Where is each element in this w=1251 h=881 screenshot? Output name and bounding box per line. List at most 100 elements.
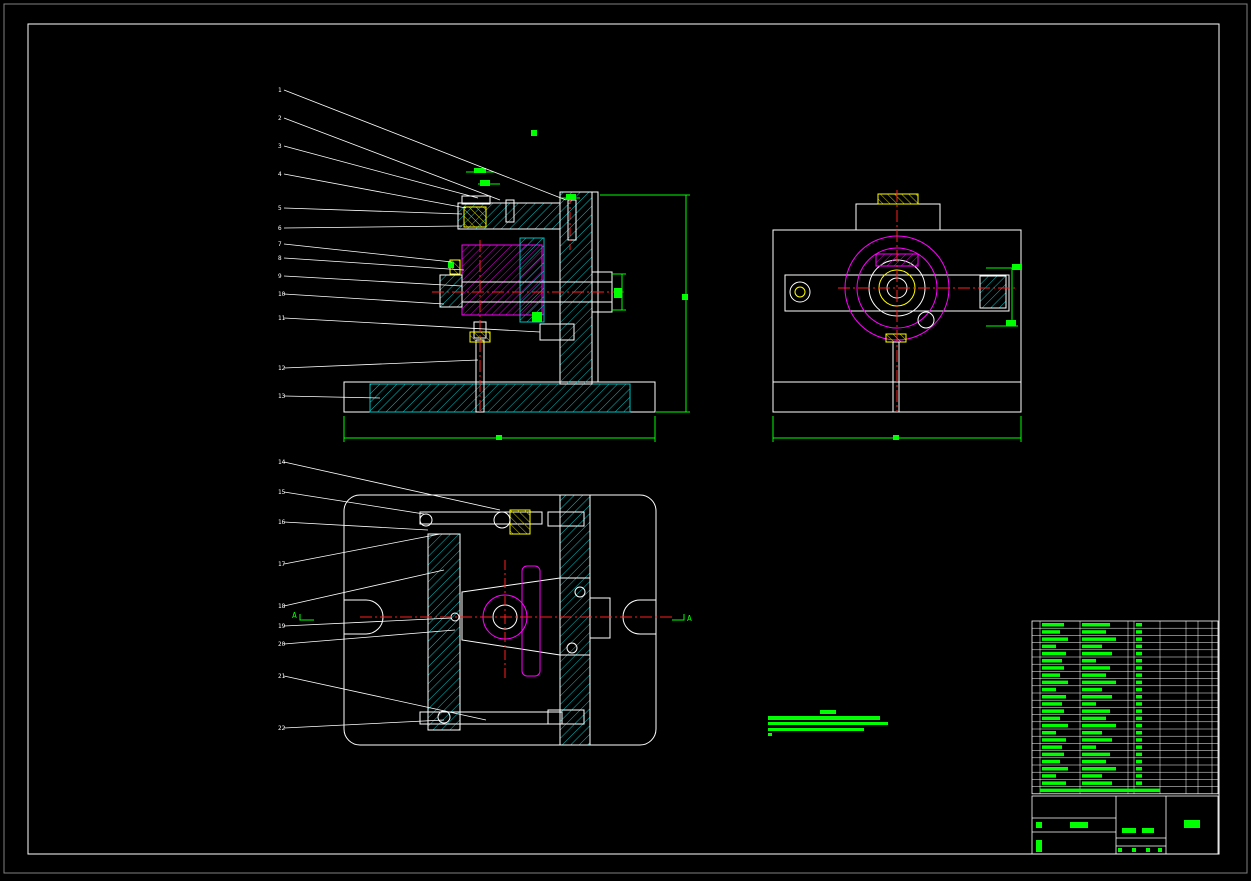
cad-drawing-canvas: 1 2 3 4 5 6 7 8 9 10 11 12 13 A A 14 15 … xyxy=(0,0,1251,877)
section-mark-left: A xyxy=(292,611,297,620)
parts-cell-name xyxy=(1042,745,1062,749)
parts-cell-qty xyxy=(1136,673,1142,677)
callout-15: 15 xyxy=(278,489,286,496)
section-mark-right: A xyxy=(687,614,692,623)
parts-cell-name xyxy=(1042,731,1056,735)
parts-cell-material xyxy=(1082,731,1102,735)
parts-cell-material xyxy=(1082,630,1106,634)
parts-cell-qty xyxy=(1136,759,1142,764)
title-block-marks xyxy=(1036,820,1200,852)
parts-cell-name xyxy=(1042,630,1060,634)
parts-cell-name xyxy=(1042,716,1060,721)
parts-cell-name xyxy=(1042,767,1068,771)
parts-cell-name xyxy=(1042,695,1066,699)
callout-18: 18 xyxy=(278,603,286,610)
callout-5: 5 xyxy=(278,205,282,212)
callout-13: 13 xyxy=(278,393,286,400)
parts-cell-name xyxy=(1042,651,1066,656)
parts-cell-qty xyxy=(1136,630,1142,634)
callout-14: 14 xyxy=(278,459,286,466)
callout-19: 19 xyxy=(278,623,286,630)
parts-cell-qty xyxy=(1136,702,1142,706)
top-callout-labels: 14 15 16 17 18 19 20 21 22 xyxy=(278,459,286,732)
parts-cell-material xyxy=(1082,623,1110,627)
parts-cell-material xyxy=(1082,673,1106,677)
parts-cell-name xyxy=(1042,666,1064,670)
parts-cell-qty xyxy=(1136,666,1142,670)
side-view xyxy=(772,190,1022,442)
callout-20: 20 xyxy=(278,641,286,648)
callout-9: 9 xyxy=(278,273,282,280)
callout-10: 10 xyxy=(278,291,286,298)
callout-6: 6 xyxy=(278,225,282,232)
callout-17: 17 xyxy=(278,561,286,568)
parts-cell-qty xyxy=(1136,687,1142,692)
parts-cell-name xyxy=(1042,723,1068,728)
callout-4: 4 xyxy=(278,171,282,178)
parts-cell-material xyxy=(1082,637,1116,641)
parts-cell-qty xyxy=(1136,781,1142,785)
parts-cell-material xyxy=(1082,767,1116,771)
parts-cell-qty xyxy=(1136,695,1142,699)
parts-cell-qty xyxy=(1136,745,1142,749)
assembly-drawing: 12345678910111213 A A 141516171819202122 xyxy=(3,3,1248,874)
parts-cell-material xyxy=(1082,702,1096,706)
parts-cell-name xyxy=(1042,774,1056,778)
parts-cell-qty xyxy=(1136,659,1142,663)
parts-cell-material xyxy=(1082,723,1116,728)
technical-requirements-block xyxy=(768,710,888,736)
parts-cell-material xyxy=(1082,759,1106,764)
parts-cell-qty xyxy=(1136,767,1142,771)
parts-cell-name xyxy=(1042,673,1060,677)
parts-cell-name xyxy=(1042,709,1064,713)
parts-list-table xyxy=(1031,620,1219,795)
parts-cell-material xyxy=(1082,738,1112,742)
callout-21: 21 xyxy=(278,673,286,680)
parts-cell-name xyxy=(1042,680,1068,685)
parts-cell-material xyxy=(1082,709,1110,713)
parts-cell-name xyxy=(1042,781,1066,785)
parts-cell-qty xyxy=(1136,623,1142,627)
parts-cell-name xyxy=(1042,644,1056,649)
parts-cell-qty xyxy=(1136,738,1142,742)
parts-cell-material xyxy=(1082,781,1112,785)
callout-2: 2 xyxy=(278,115,282,122)
parts-cell-name xyxy=(1042,752,1064,757)
callout-11: 11 xyxy=(278,315,286,322)
parts-cell-material xyxy=(1082,752,1110,757)
front-callout-labels: 12345678910111213 xyxy=(278,87,286,400)
parts-cell-name xyxy=(1042,623,1064,627)
callout-16: 16 xyxy=(278,519,286,526)
parts-cell-qty xyxy=(1136,752,1142,757)
parts-cell-qty xyxy=(1136,774,1142,778)
top-leaders xyxy=(283,461,501,729)
parts-cell-name xyxy=(1042,702,1062,706)
parts-cell-qty xyxy=(1136,731,1142,735)
parts-cell-material xyxy=(1082,680,1116,685)
parts-cell-material xyxy=(1082,666,1110,670)
callout-7: 7 xyxy=(278,241,282,248)
parts-cell-qty xyxy=(1136,709,1142,713)
callout-12: 12 xyxy=(278,365,286,372)
parts-cell-qty xyxy=(1136,637,1142,641)
parts-cell-material xyxy=(1082,644,1102,649)
parts-cell-material xyxy=(1082,695,1112,699)
parts-cell-qty xyxy=(1136,716,1142,721)
parts-cell-material xyxy=(1082,659,1096,663)
top-view xyxy=(299,494,685,746)
parts-cell-material xyxy=(1082,716,1106,721)
parts-cell-material xyxy=(1082,651,1112,656)
parts-cell-name xyxy=(1042,738,1066,742)
front-section-view xyxy=(343,130,690,442)
callout-3: 3 xyxy=(278,143,282,150)
parts-cell-name xyxy=(1042,659,1062,663)
parts-cell-qty xyxy=(1136,644,1142,649)
parts-cell-qty xyxy=(1136,680,1142,685)
parts-cell-material xyxy=(1082,687,1102,692)
parts-cell-material xyxy=(1082,774,1102,778)
callout-8: 8 xyxy=(278,255,282,262)
parts-header-row xyxy=(1040,788,1160,793)
parts-cell-qty xyxy=(1136,651,1142,656)
callout-22: 22 xyxy=(278,725,286,732)
parts-cell-name xyxy=(1042,637,1068,641)
